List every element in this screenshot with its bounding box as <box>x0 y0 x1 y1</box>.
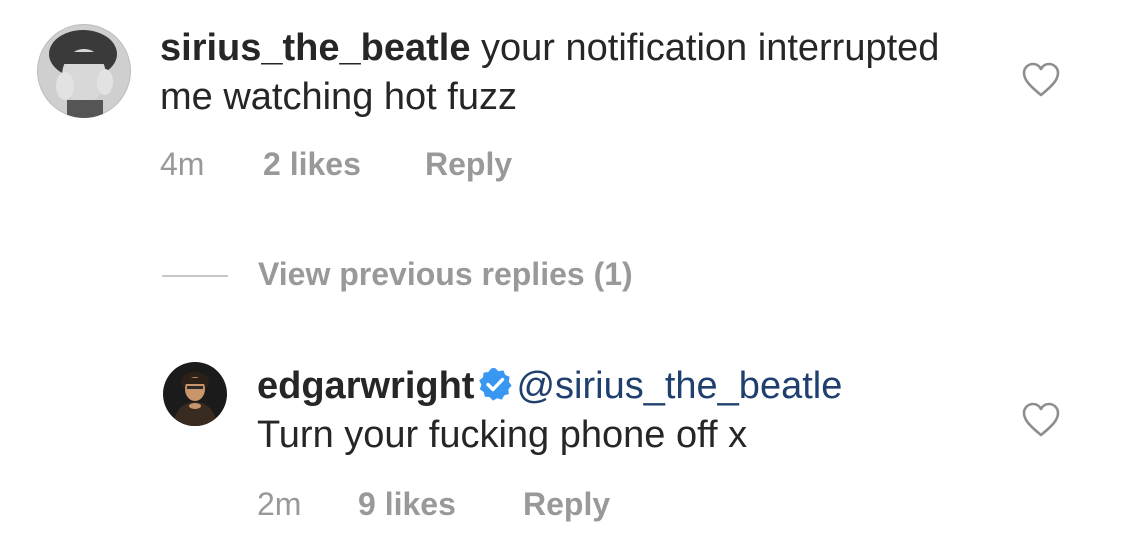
comment-timestamp: 4m <box>160 146 205 182</box>
commenter-avatar[interactable] <box>37 24 131 118</box>
reply-reply-button[interactable]: Reply <box>523 486 610 523</box>
reply-meta: 2m 9 likes Reply <box>257 486 757 526</box>
comment-reply-button[interactable]: Reply <box>425 146 512 183</box>
comment-body: sirius_the_beatle your notification inte… <box>160 24 960 122</box>
avatar-photo <box>37 24 131 118</box>
thread-divider <box>162 275 228 277</box>
reply-avatar[interactable] <box>163 362 227 426</box>
reply-username[interactable]: edgarwright <box>257 365 474 407</box>
comment-meta: 4m 2 likes Reply <box>160 146 660 186</box>
verified-badge-icon <box>479 368 513 401</box>
reply-timestamp: 2m <box>257 486 302 522</box>
like-heart-icon[interactable] <box>1022 402 1060 438</box>
reply-body: edgarwright @sirius_the_beatle Turn your… <box>257 362 977 460</box>
reply-text: Turn your fucking phone off x <box>257 414 748 456</box>
view-previous-replies-button[interactable]: View previous replies (1) <box>258 256 633 293</box>
like-heart-icon[interactable] <box>1022 62 1060 98</box>
avatar-photo <box>163 362 227 426</box>
reply-likes-count[interactable]: 9 likes <box>358 486 456 523</box>
reply-mention-link[interactable]: @sirius_the_beatle <box>516 365 842 407</box>
comment-username[interactable]: sirius_the_beatle <box>160 27 470 69</box>
comment-likes-count[interactable]: 2 likes <box>263 146 361 183</box>
reply-header-line: edgarwright @sirius_the_beatle <box>257 362 977 411</box>
